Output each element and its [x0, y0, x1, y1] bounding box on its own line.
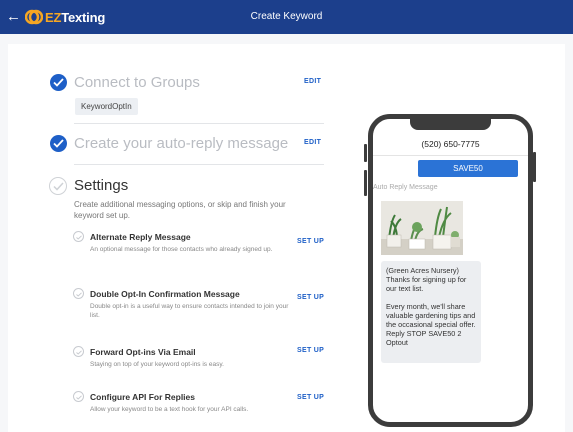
phone-side-button: [364, 144, 367, 162]
step-complete-check-icon: [50, 135, 67, 152]
option-description: Allow your keyword to be a text hook for…: [90, 406, 249, 413]
outgoing-message-bubble: SAVE50: [418, 160, 518, 177]
settings-description: Create additional messaging options, or …: [74, 200, 286, 220]
setup-double-opt-in-button[interactable]: SET UP: [297, 294, 324, 301]
settings-title: Settings: [74, 177, 129, 194]
setup-configure-api-button[interactable]: SET UP: [297, 394, 324, 401]
edit-connect-button[interactable]: EDIT: [304, 78, 321, 85]
option-description: An optional message for those contacts w…: [90, 246, 273, 253]
phone-notch: [410, 119, 491, 130]
top-bar: ← EZTexting Create Keyword: [0, 0, 573, 34]
divider: [74, 123, 324, 124]
edit-auto-reply-button[interactable]: EDIT: [304, 139, 321, 146]
create-keyword-panel: Connect to Groups EDIT KeywordOptIn Crea…: [8, 44, 565, 432]
divider: [373, 155, 528, 156]
plants-photo-icon: [381, 201, 463, 255]
option-check-icon[interactable]: [73, 346, 84, 357]
phone-side-button: [533, 152, 536, 182]
option-check-icon[interactable]: [73, 391, 84, 402]
auto-reply-label: Auto Reply Message: [373, 184, 438, 191]
divider: [74, 164, 324, 165]
phone-number: (520) 650-7775: [421, 139, 480, 149]
page-title: Create Keyword: [250, 11, 323, 22]
option-check-icon[interactable]: [73, 231, 84, 242]
option-description: Double opt-in is a useful way to ensure …: [90, 303, 289, 319]
settings-check-icon: [49, 177, 67, 195]
auto-reply-message-bubble: (Green Acres Nursery) Thanks for signing…: [381, 261, 481, 363]
option-title: Configure API For Replies: [90, 392, 196, 402]
step-complete-check-icon: [50, 74, 67, 91]
option-description: Staying on top of your keyword opt-ins i…: [90, 361, 224, 368]
phone-preview: (520) 650-7775 SAVE50 Auto Reply Message…: [368, 114, 533, 427]
option-check-icon[interactable]: [73, 288, 84, 299]
option-title: Double Opt-In Confirmation Message: [90, 289, 240, 299]
step-title-connect: Connect to Groups: [74, 74, 200, 91]
step-title-auto-reply: Create your auto-reply message: [74, 135, 289, 152]
phone-side-button: [364, 170, 367, 196]
setup-forward-opt-ins-button[interactable]: SET UP: [297, 347, 324, 354]
option-title: Alternate Reply Message: [90, 232, 191, 242]
group-tag: KeywordOptIn: [75, 98, 138, 115]
setup-alternate-reply-button[interactable]: SET UP: [297, 238, 324, 245]
option-title: Forward Opt-ins Via Email: [90, 347, 196, 357]
